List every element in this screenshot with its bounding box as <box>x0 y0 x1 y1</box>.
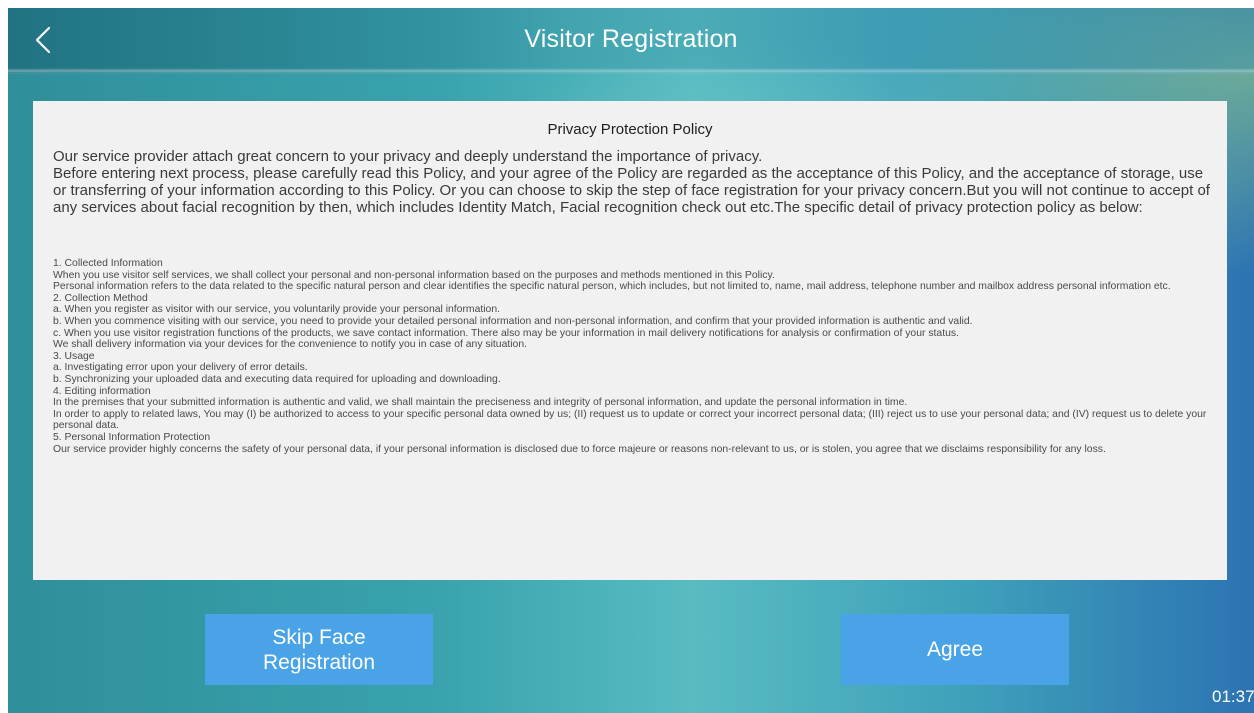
header-bar: Visitor Registration <box>8 8 1254 73</box>
policy-line: 4. Editing information <box>53 385 151 397</box>
skip-button-label: Skip Face Registration <box>262 625 376 674</box>
policy-body: 1. Collected Information When you use vi… <box>53 258 1215 455</box>
intro-paragraph: Before entering next process, please car… <box>53 165 1210 216</box>
header-divider <box>8 68 1254 74</box>
policy-line: a. When you register as visitor with our… <box>53 304 500 316</box>
page-title: Visitor Registration <box>524 25 738 53</box>
policy-line: In order to apply to related laws, You m… <box>53 408 1207 432</box>
policy-line: We shall delivery information via your d… <box>53 339 527 351</box>
policy-line: a. Investigating error upon your deliver… <box>53 362 308 374</box>
policy-line: b. Synchronizing your uploaded data and … <box>53 373 501 385</box>
policy-line: In the premises that your submitted info… <box>53 397 908 409</box>
policy-line: 2. Collection Method <box>53 292 148 304</box>
policy-intro: Our service provider attach great concer… <box>53 148 1213 216</box>
policy-line: 3. Usage <box>53 350 95 362</box>
screen: Visitor Registration Privacy Protection … <box>8 8 1254 713</box>
policy-line: Personal information refers to the data … <box>53 281 1171 293</box>
policy-line: c. When you use visitor registration fun… <box>53 327 959 339</box>
policy-line: 1. Collected Information <box>53 258 163 269</box>
policy-title: Privacy Protection Policy <box>547 121 713 138</box>
status-clock: 01:37 <box>1212 687 1254 706</box>
policy-line: Our service provider highly concerns the… <box>53 443 1106 455</box>
policy-line: When you use visitor self services, we s… <box>53 269 775 281</box>
skip-face-registration-button[interactable]: Skip Face Registration <box>205 614 433 685</box>
policy-panel: Privacy Protection Policy Our service pr… <box>33 101 1227 580</box>
intro-paragraph: Our service provider attach great concer… <box>53 148 763 165</box>
policy-line: b. When you commence visiting with our s… <box>53 315 973 327</box>
agree-button-label: Agree <box>926 638 984 661</box>
policy-line: 5. Personal Information Protection <box>53 431 211 443</box>
agree-button[interactable]: Agree <box>841 614 1069 685</box>
